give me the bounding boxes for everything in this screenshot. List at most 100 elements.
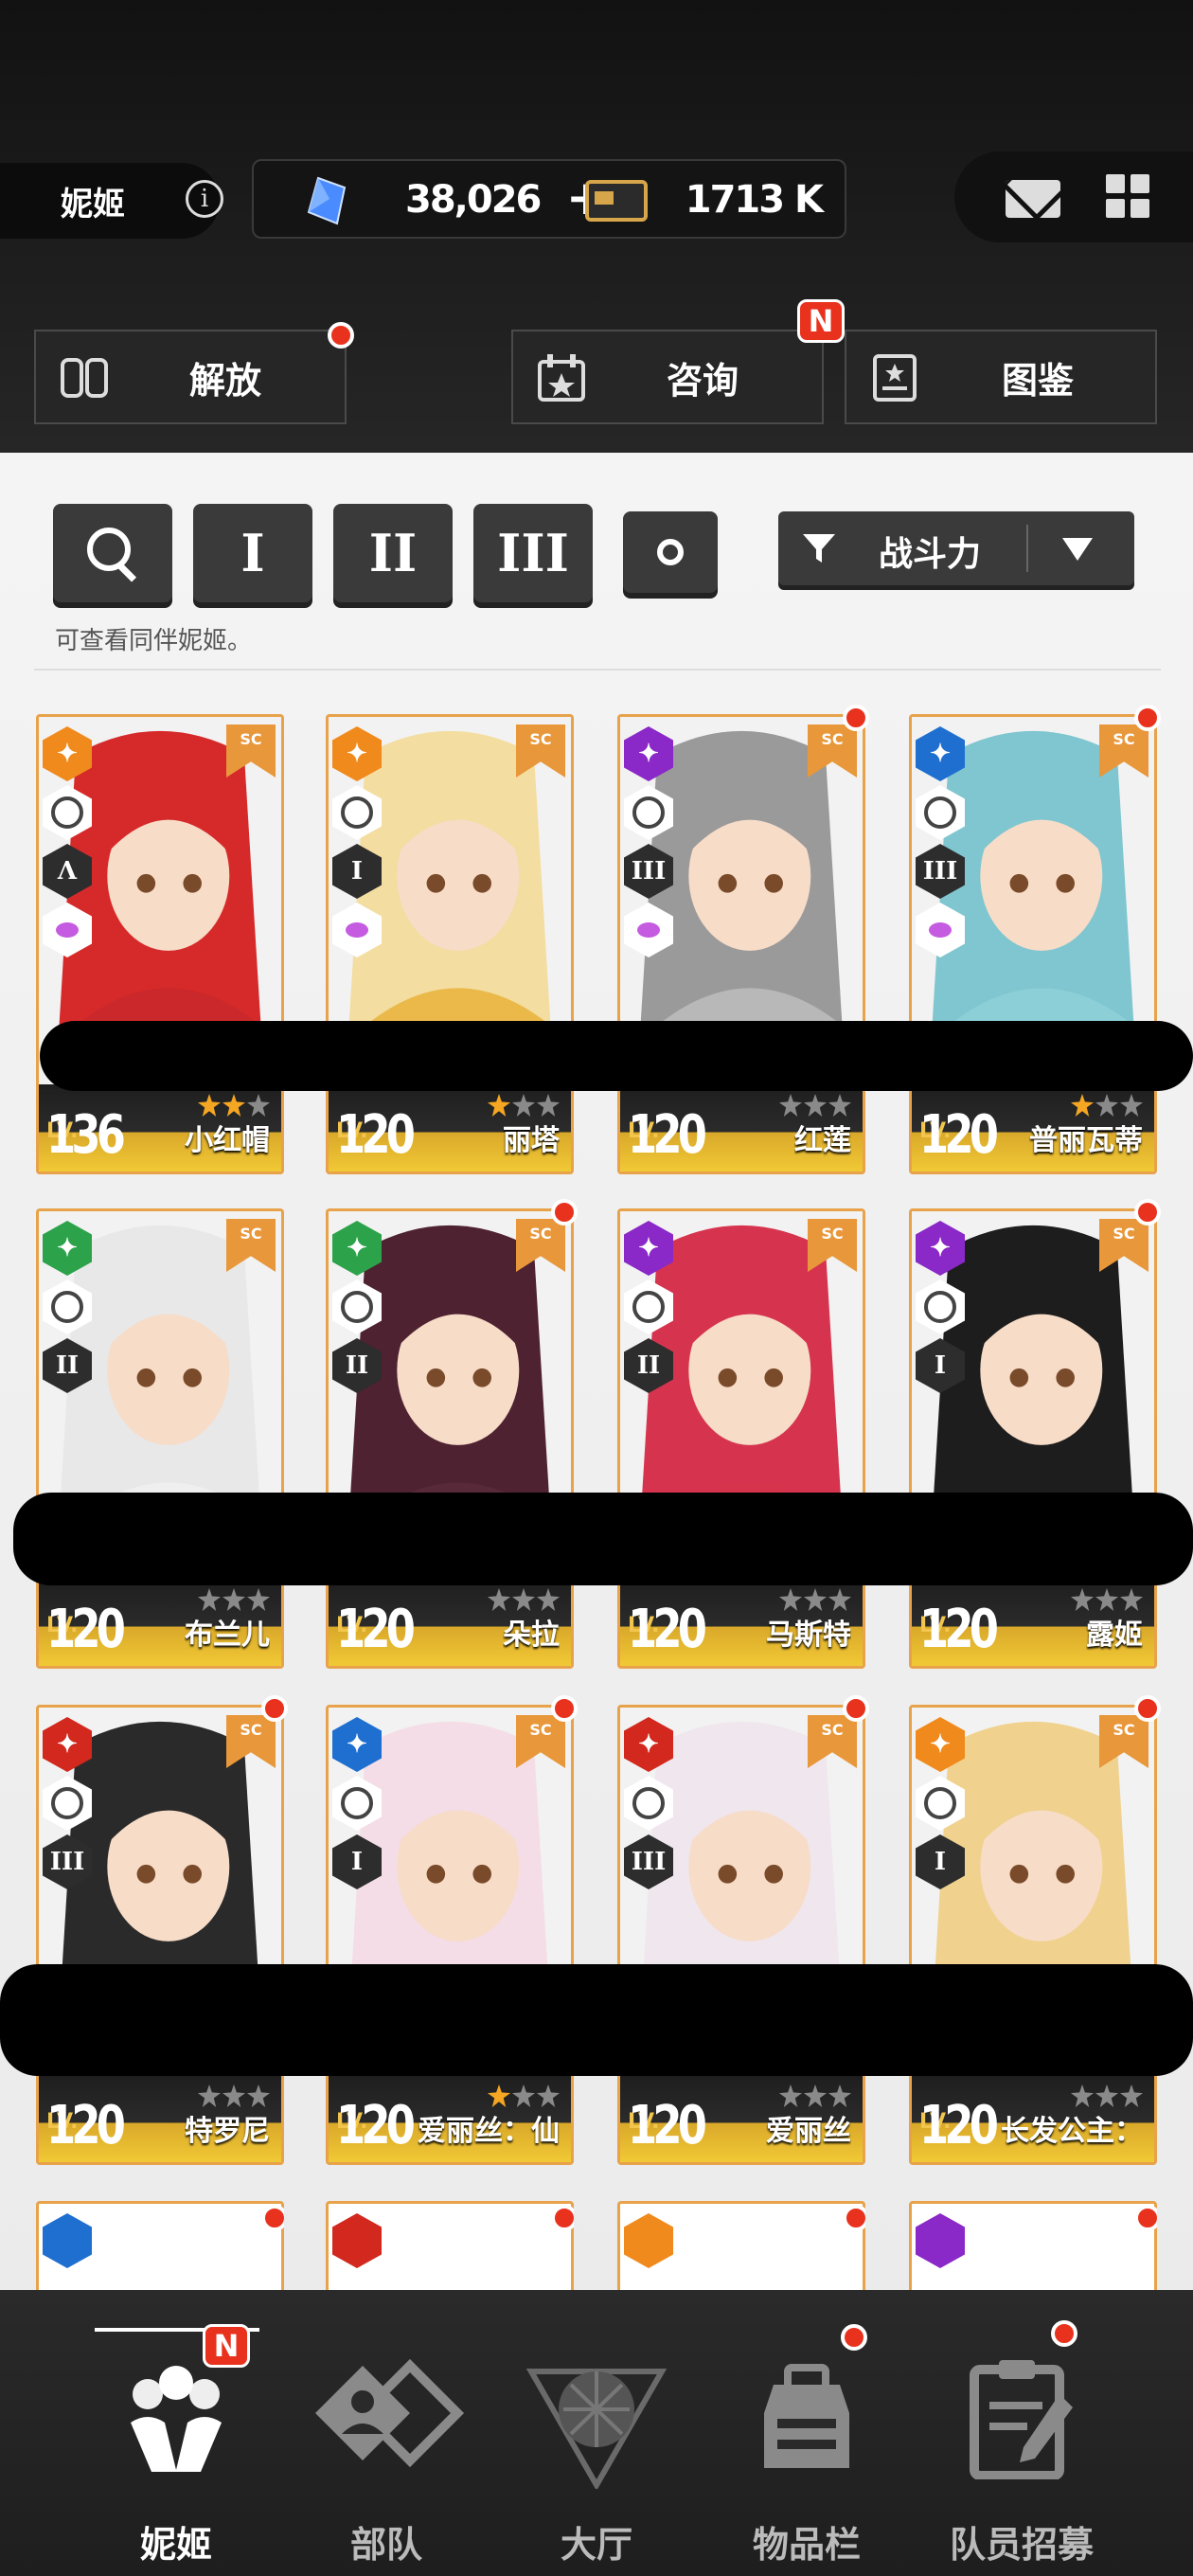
consult-button[interactable]: 咨询 N: [511, 299, 845, 424]
element-icon: [43, 2213, 92, 2268]
character-card[interactable]: SC ✦ III LV. 120 红莲: [617, 705, 869, 1178]
character-name: 爱丽丝：仙: [418, 2115, 560, 2148]
star-icon: [512, 2084, 535, 2107]
redaction-bar: [0, 1964, 1193, 2076]
character-card[interactable]: SC ✦ II LV. 120 马斯特: [617, 1208, 865, 1673]
chevron-down-icon: [1062, 538, 1093, 561]
nav-squad[interactable]: 部队: [282, 2328, 490, 2566]
star-icon: [779, 1588, 802, 1611]
character-card-partial[interactable]: [36, 2201, 284, 2290]
burst-label: II: [345, 1351, 369, 1380]
currency-bar: 38,026 + 1713 K: [252, 159, 846, 239]
star-icon: [1071, 2084, 1094, 2107]
burst-label: III: [631, 857, 667, 886]
section-title: 妮姬: [61, 185, 125, 224]
burst-label: Λ: [57, 857, 78, 886]
character-card[interactable]: SC ✦ III LV. 120 爱丽丝: [617, 1695, 869, 2169]
mail-icon[interactable]: [1006, 180, 1060, 218]
star-icon: [198, 1588, 221, 1611]
sort-dropdown[interactable]: 战斗力: [778, 511, 1134, 585]
star-icon: [828, 1094, 851, 1117]
character-card[interactable]: SC ✦ III LV. 120 普丽瓦蒂: [909, 705, 1161, 1178]
element-icon: [624, 2213, 673, 2268]
star-icon: [1120, 1094, 1143, 1117]
star-icon: [779, 1094, 802, 1117]
character-name: 朵拉: [503, 1619, 560, 1652]
rating-stars: [1071, 1094, 1143, 1117]
limit-break-button[interactable]: 解放: [34, 322, 354, 424]
character-card-partial[interactable]: [617, 2201, 865, 2290]
squad-icon: [315, 2358, 465, 2468]
redaction-bar: [13, 1493, 1193, 1585]
filter-burst-2[interactable]: II: [333, 504, 453, 602]
character-name: 长发公主：: [1001, 2115, 1143, 2148]
inventory-icon: [764, 2364, 849, 2468]
character-card[interactable]: SC ✦ II LV. 120 布兰儿: [36, 1208, 284, 1673]
rating-stars: [488, 1588, 560, 1611]
star-icon: [512, 1094, 535, 1117]
burst-label: III: [631, 1848, 667, 1876]
notification-dot: [1134, 1199, 1161, 1225]
character-card[interactable]: SC ✦ I LV. 120 长发公主：: [909, 1695, 1161, 2169]
card-frame: SC ✦ II LV. 120 朵拉: [326, 1208, 574, 1669]
filter-burst-3[interactable]: III: [473, 504, 593, 602]
star-icon: [1095, 1094, 1118, 1117]
card-frame: SC ✦ III LV. 120 普丽瓦蒂: [909, 714, 1157, 1174]
character-name: 普丽瓦蒂: [1029, 1124, 1143, 1157]
character-card[interactable]: SC ✦ III LV. 120 特罗尼: [36, 1695, 288, 2169]
burst-label: I: [350, 1848, 364, 1876]
redaction-bar: [40, 1021, 1193, 1091]
codex-icon: [873, 354, 917, 402]
nikke-icon: [131, 2366, 222, 2472]
burst-label: I: [934, 1848, 947, 1876]
nav-recruit[interactable]: 队员招募: [913, 2320, 1131, 2566]
card-frame: SC ✦ Λ LV. 136 小红帽: [36, 714, 284, 1174]
character-name: 布兰儿: [185, 1619, 270, 1652]
rating-stars: [779, 2084, 851, 2107]
notification-dot: [843, 1695, 869, 1722]
codex-button[interactable]: 图鉴: [845, 330, 1157, 424]
nav-label: 队员招募: [949, 2524, 1094, 2566]
card-frame: SC ✦ I LV. 120 长发公主：: [909, 1705, 1157, 2165]
character-card[interactable]: SC ✦ I LV. 120 露姬: [909, 1199, 1161, 1673]
notification-dot: [328, 322, 354, 349]
character-card-partial[interactable]: [326, 2201, 574, 2290]
level-value: 120: [336, 1104, 416, 1166]
star-icon: [488, 1588, 510, 1611]
filter-all-button[interactable]: [623, 511, 718, 593]
nav-inventory[interactable]: 物品栏: [703, 2324, 911, 2566]
character-card[interactable]: SC ✦ I LV. 120 爱丽丝：仙: [326, 1695, 578, 2169]
level-value: 120: [919, 1104, 999, 1166]
star-icon: [488, 1094, 510, 1117]
star-icon: [828, 2084, 851, 2107]
burst-label: III: [49, 1848, 85, 1876]
character-card[interactable]: SC ✦ Λ LV. 136 小红帽: [36, 714, 284, 1178]
card-frame: SC ✦ II LV. 120 马斯特: [617, 1208, 865, 1669]
menu-grid-icon[interactable]: [1106, 174, 1149, 218]
character-card-partial[interactable]: [909, 2201, 1157, 2290]
level-value: 120: [46, 1599, 126, 1660]
star-icon: [198, 1094, 221, 1117]
nav-lobby[interactable]: 大厅: [492, 2328, 701, 2566]
sort-label: 战斗力: [879, 535, 982, 574]
info-icon[interactable]: i: [186, 180, 223, 218]
rating-stars: [779, 1588, 851, 1611]
search-button[interactable]: [53, 504, 172, 602]
character-card[interactable]: SC ✦ I LV. 120 丽塔: [326, 714, 574, 1178]
star-icon: [198, 2084, 221, 2107]
character-list: I II III 战斗力 可查看同伴妮姬。 SC ✦ Λ LV. 136 小红帽…: [0, 453, 1193, 2290]
rating-stars: [1071, 2084, 1143, 2107]
calendar-icon: [538, 354, 585, 402]
nav-nikke[interactable]: N 妮姬: [72, 2324, 280, 2566]
filter-funnel-icon: [803, 534, 835, 563]
filter-burst-1[interactable]: I: [193, 504, 312, 602]
card-frame: SC ✦ III LV. 120 特罗尼: [36, 1705, 284, 2165]
element-icon: [916, 2213, 965, 2268]
star-icon: [1095, 2084, 1118, 2107]
rating-stars: [198, 1094, 270, 1117]
level-value: 120: [336, 2095, 416, 2156]
burst-label: III: [922, 857, 958, 886]
character-card[interactable]: SC ✦ II LV. 120 朵拉: [326, 1199, 578, 1673]
notification-dot: [1134, 705, 1161, 731]
nav-label: 物品栏: [752, 2524, 861, 2566]
